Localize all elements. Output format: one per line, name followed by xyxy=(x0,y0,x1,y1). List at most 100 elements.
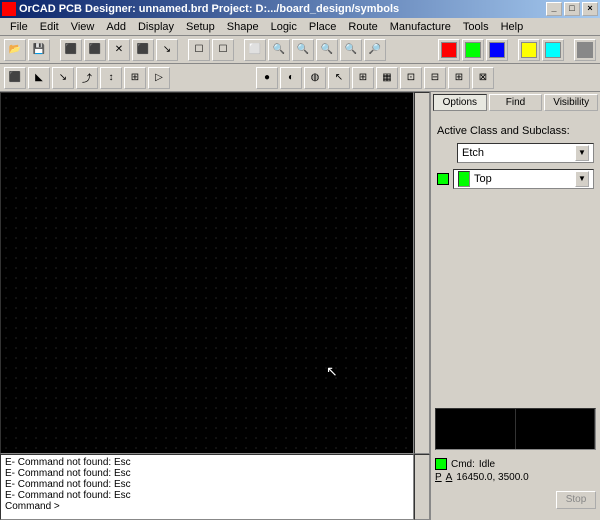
close-button[interactable]: × xyxy=(582,2,598,16)
toolbar2-button-16[interactable]: ⊟ xyxy=(424,67,446,89)
menu-place[interactable]: Place xyxy=(303,19,343,35)
toolbar2-button-15[interactable]: ⊡ xyxy=(400,67,422,89)
toolbar-button-15[interactable]: 🔍 xyxy=(316,39,338,61)
toolbar2-button-12[interactable]: ↖ xyxy=(328,67,350,89)
toolbar-button-6[interactable]: ⬛ xyxy=(132,39,154,61)
subclass-select[interactable]: Top ▼ xyxy=(453,169,594,189)
coords-value: 16450.0, 3500.0 xyxy=(456,472,528,483)
tab-options[interactable]: Options xyxy=(433,94,487,111)
menu-tools[interactable]: Tools xyxy=(457,19,495,35)
toolbar-button-9[interactable]: ☐ xyxy=(188,39,210,61)
toolbar2-button-9[interactable]: ● xyxy=(256,67,278,89)
tab-visibility[interactable]: Visibility xyxy=(544,94,598,111)
toolbar2-button-5[interactable]: ⊞ xyxy=(124,67,146,89)
console-line: E- Command not found: Esc xyxy=(5,490,409,501)
chevron-down-icon: ▼ xyxy=(575,171,589,187)
menu-file[interactable]: File xyxy=(4,19,34,35)
preview-panel xyxy=(435,408,596,450)
toolbar-1: 📂💾⬛⬛✕⬛↘☐☐⬜🔍🔍🔍🔍🔎 xyxy=(0,36,600,64)
menu-manufacture[interactable]: Manufacture xyxy=(384,19,457,35)
color-button-2[interactable] xyxy=(486,39,508,61)
color-button-0[interactable] xyxy=(438,39,460,61)
menu-display[interactable]: Display xyxy=(132,19,180,35)
status-panel: Cmd: Idle P A 16450.0, 3500.0 Stop xyxy=(430,454,600,520)
console-line: E- Command not found: Esc xyxy=(5,468,409,479)
menubar: FileEditViewAddDisplaySetupShapeLogicPla… xyxy=(0,18,600,36)
toolbar-button-1[interactable]: 💾 xyxy=(28,39,50,61)
titlebar: OrCAD PCB Designer: unnamed.brd Project:… xyxy=(0,0,600,18)
side-panel: Options Find Visibility Active Class and… xyxy=(430,92,600,454)
toolbar-button-4[interactable]: ⬛ xyxy=(84,39,106,61)
a-button[interactable]: A xyxy=(446,472,453,483)
toolbar2-button-17[interactable]: ⊞ xyxy=(448,67,470,89)
minimize-button[interactable]: _ xyxy=(546,2,562,16)
cmd-value: Idle xyxy=(479,459,495,470)
app-icon xyxy=(2,2,16,16)
visibility-swatch[interactable] xyxy=(437,173,449,185)
stop-button[interactable]: Stop xyxy=(556,491,596,509)
menu-edit[interactable]: Edit xyxy=(34,19,65,35)
toolbar2-button-3[interactable]: ⤴ xyxy=(76,67,98,89)
menu-route[interactable]: Route xyxy=(342,19,383,35)
toolbar2-button-11[interactable]: ◍ xyxy=(304,67,326,89)
toolbar-button-16[interactable]: 🔍 xyxy=(340,39,362,61)
toolbar2-button-13[interactable]: ⊞ xyxy=(352,67,374,89)
color-swatch xyxy=(458,171,470,187)
design-canvas[interactable]: ↖ xyxy=(0,92,414,454)
p-button[interactable]: P xyxy=(435,472,442,483)
side-tabs: Options Find Visibility xyxy=(433,94,598,111)
color-button-1[interactable] xyxy=(462,39,484,61)
color-button-4[interactable] xyxy=(518,39,540,61)
toolbar-button-0[interactable]: 📂 xyxy=(4,39,26,61)
console-line: E- Command not found: Esc xyxy=(5,457,409,468)
preview-left xyxy=(436,409,516,449)
toolbar-button-5[interactable]: ✕ xyxy=(108,39,130,61)
menu-view[interactable]: View xyxy=(65,19,101,35)
preview-right xyxy=(516,409,596,449)
toolbar-button-3[interactable]: ⬛ xyxy=(60,39,82,61)
menu-setup[interactable]: Setup xyxy=(180,19,221,35)
toolbar2-button-14[interactable]: ▦ xyxy=(376,67,398,89)
color-button-5[interactable] xyxy=(542,39,564,61)
cmd-label: Cmd: xyxy=(451,459,475,470)
toolbar2-button-6[interactable]: ▷ xyxy=(148,67,170,89)
command-console[interactable]: E- Command not found: EscE- Command not … xyxy=(0,454,414,520)
toolbar-button-17[interactable]: 🔎 xyxy=(364,39,386,61)
toolbar-2: ⬛◣↘⤴↕⊞▷●◐◍↖⊞▦⊡⊟⊞⊠ xyxy=(0,64,600,92)
cursor-icon: ↖ xyxy=(326,363,338,380)
toolbar2-button-18[interactable]: ⊠ xyxy=(472,67,494,89)
side-fill xyxy=(433,193,598,406)
toolbar-button-7[interactable]: ↘ xyxy=(156,39,178,61)
console-scrollbar[interactable] xyxy=(414,454,430,520)
cmd-status-row: Cmd: Idle xyxy=(435,458,596,470)
toolbar2-button-2[interactable]: ↘ xyxy=(52,67,74,89)
maximize-button[interactable]: □ xyxy=(564,2,580,16)
menu-add[interactable]: Add xyxy=(100,19,132,35)
menu-shape[interactable]: Shape xyxy=(221,19,265,35)
menu-logic[interactable]: Logic xyxy=(265,19,303,35)
class-value: Etch xyxy=(462,147,484,159)
color-button-7[interactable] xyxy=(574,39,596,61)
bottom-area: E- Command not found: EscE- Command not … xyxy=(0,454,600,520)
toolbar-button-14[interactable]: 🔍 xyxy=(292,39,314,61)
toolbar-button-13[interactable]: 🔍 xyxy=(268,39,290,61)
toolbar2-button-10[interactable]: ◐ xyxy=(280,67,302,89)
class-select[interactable]: Etch ▼ xyxy=(457,143,594,163)
chevron-down-icon: ▼ xyxy=(575,145,589,161)
toolbar2-button-1[interactable]: ◣ xyxy=(28,67,50,89)
toolbar-button-10[interactable]: ☐ xyxy=(212,39,234,61)
window-title: OrCAD PCB Designer: unnamed.brd Project:… xyxy=(19,3,544,15)
vertical-scrollbar[interactable] xyxy=(414,92,430,454)
tab-find[interactable]: Find xyxy=(489,94,543,111)
console-line: Command > xyxy=(5,501,409,512)
coords-row: P A 16450.0, 3500.0 xyxy=(435,472,596,483)
console-line: E- Command not found: Esc xyxy=(5,479,409,490)
menu-help[interactable]: Help xyxy=(495,19,530,35)
toolbar2-button-4[interactable]: ↕ xyxy=(100,67,122,89)
subclass-value: Top xyxy=(474,173,492,185)
active-class-label: Active Class and Subclass: xyxy=(437,125,594,137)
subclass-row: Top ▼ xyxy=(437,169,594,189)
main-area: ↖ Options Find Visibility Active Class a… xyxy=(0,92,600,454)
toolbar-button-12[interactable]: ⬜ xyxy=(244,39,266,61)
toolbar2-button-0[interactable]: ⬛ xyxy=(4,67,26,89)
